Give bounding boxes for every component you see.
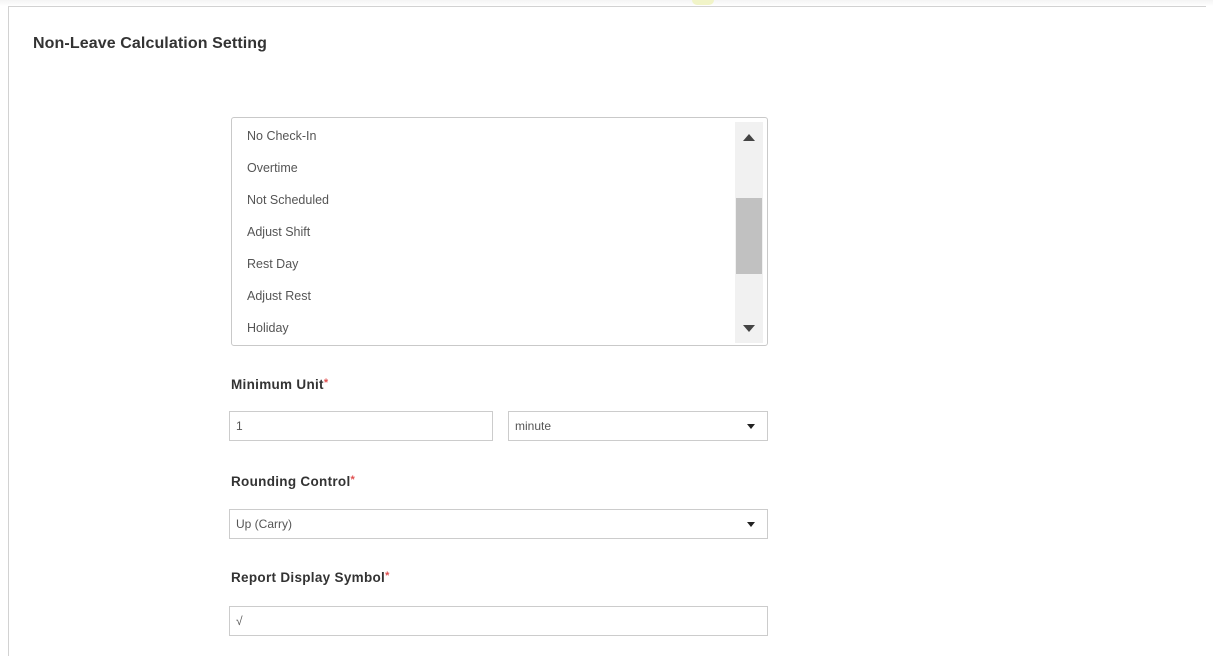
triangle-down-icon: [743, 324, 755, 332]
required-mark: *: [385, 570, 390, 582]
required-mark: *: [350, 474, 356, 486]
report-display-symbol-label-text: Report Display Symbol: [231, 570, 386, 585]
exception-type-list: No Check-In Overtime Not Scheduled Adjus…: [247, 126, 329, 345]
triangle-up-icon: [743, 133, 755, 141]
minimum-unit-input[interactable]: [229, 411, 493, 441]
tab-highlight: [692, 0, 714, 5]
scroll-up-button[interactable]: [735, 128, 763, 146]
exception-type-listbox[interactable]: No Check-In Overtime Not Scheduled Adjus…: [231, 117, 768, 346]
caret-down-icon: [747, 522, 755, 527]
list-item-not-scheduled[interactable]: Not Scheduled: [247, 190, 329, 222]
minimum-unit-label-text: Minimum Unit: [231, 377, 324, 392]
caret-down-icon: [747, 424, 755, 429]
list-item-rest-day[interactable]: Rest Day: [247, 254, 329, 286]
minimum-unit-label: Minimum Unit*: [231, 377, 328, 392]
section-title: Non-Leave Calculation Setting: [33, 35, 268, 52]
list-item-holiday[interactable]: Holiday: [247, 318, 329, 345]
rounding-control-label-text: Rounding Control: [231, 474, 351, 489]
minimum-unit-selected-value: minute: [515, 419, 552, 433]
rounding-control-selected-value: Up (Carry): [236, 517, 292, 531]
report-display-symbol-label: Report Display Symbol*: [231, 570, 390, 585]
scroll-down-button[interactable]: [735, 319, 763, 337]
list-item-no-check-in[interactable]: No Check-In: [247, 126, 329, 158]
required-mark: *: [323, 377, 329, 389]
list-item-overtime[interactable]: Overtime: [247, 158, 329, 190]
rounding-control-label: Rounding Control*: [231, 474, 355, 489]
list-item-adjust-shift[interactable]: Adjust Shift: [247, 222, 329, 254]
report-display-symbol-input[interactable]: [229, 606, 768, 636]
rounding-control-select[interactable]: Up (Carry): [229, 509, 768, 539]
minimum-unit-select[interactable]: minute: [508, 411, 768, 441]
list-item-adjust-rest[interactable]: Adjust Rest: [247, 286, 329, 318]
scrollbar-thumb[interactable]: [736, 198, 762, 274]
listbox-scrollbar[interactable]: [735, 122, 763, 343]
